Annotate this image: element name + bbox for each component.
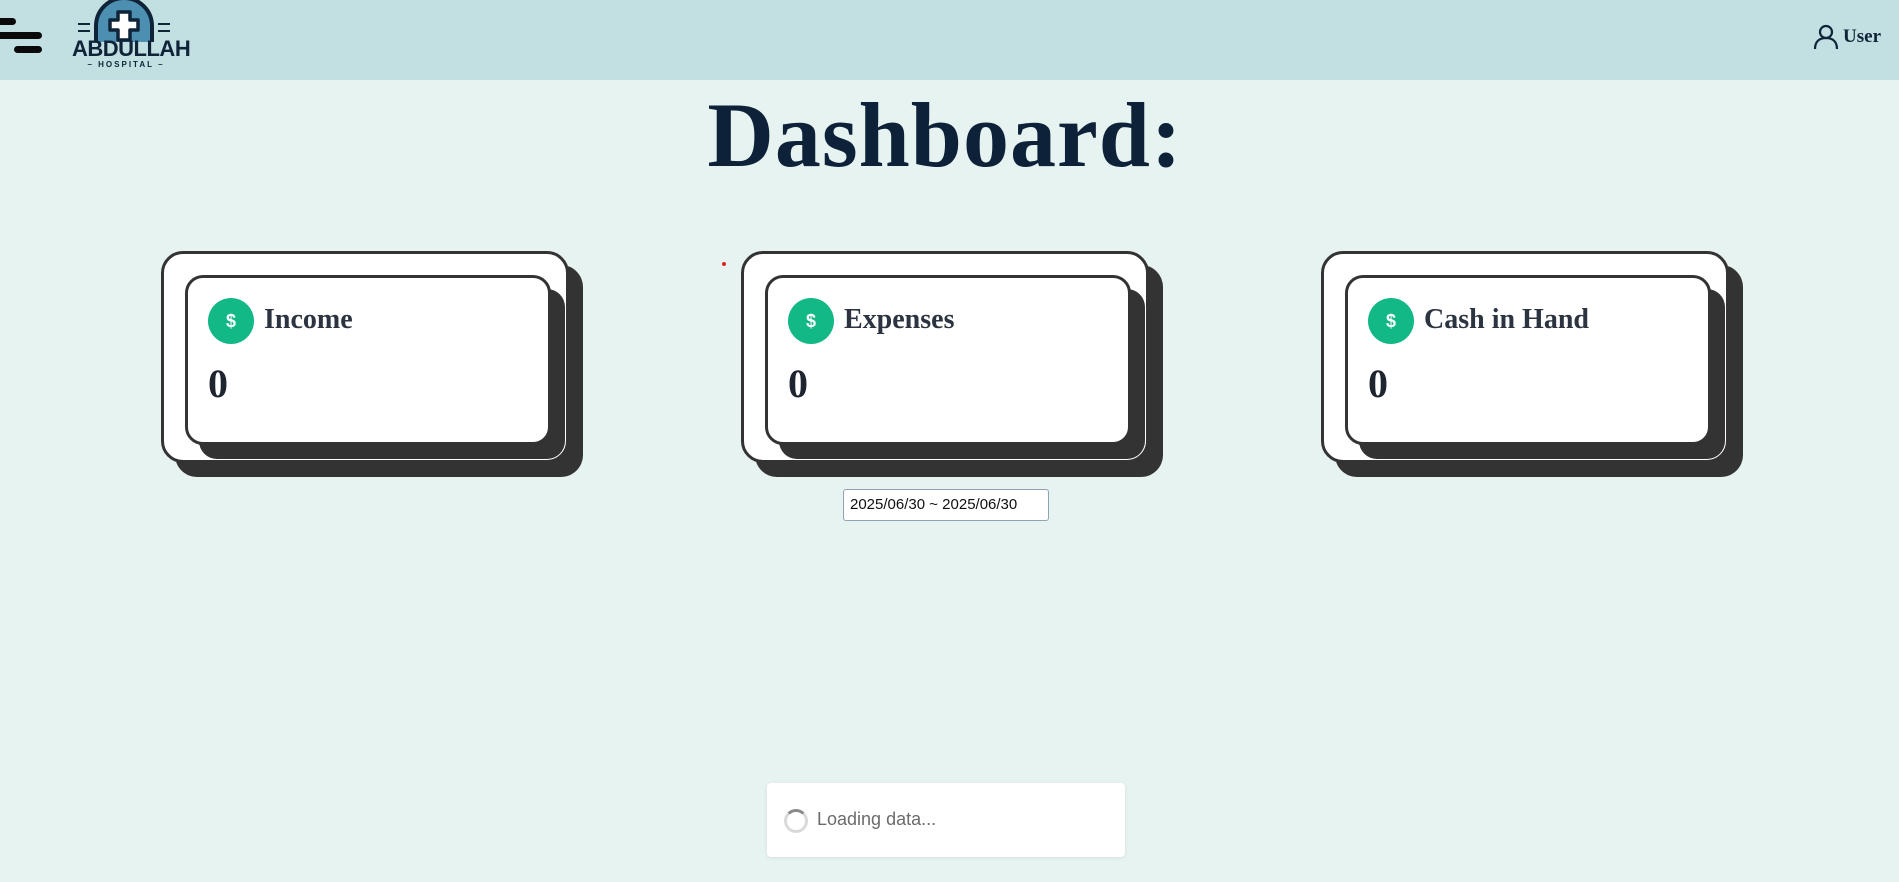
svg-text:$: $ (806, 311, 816, 331)
card-value: 0 (788, 361, 808, 406)
red-dot-marker (722, 262, 726, 266)
card-title: Income (264, 304, 353, 335)
loading-text: Loading data... (817, 809, 937, 829)
svg-text:$: $ (1386, 311, 1396, 331)
card-value: 0 (208, 361, 228, 406)
loading-spinner-icon (784, 809, 808, 833)
card-body: $ Income 0 (185, 275, 551, 445)
top-navbar: ABDULLAH – HOSPITAL – User (0, 0, 1899, 80)
logo-text: ABDULLAH (72, 36, 191, 61)
card-title: Expenses (844, 304, 955, 335)
loading-toast: Loading data... (767, 783, 1125, 857)
card-frame: $ Expenses 0 (741, 251, 1149, 463)
dollar-icon: $ (208, 298, 254, 344)
card-body: $ Cash in Hand 0 (1345, 275, 1711, 445)
date-range-picker[interactable]: 2025/06/30 ~ 2025/06/30 (843, 489, 1049, 521)
dollar-icon: $ (1368, 298, 1414, 344)
page-title: Dashboard: (707, 84, 1183, 186)
card-frame: $ Cash in Hand 0 (1321, 251, 1729, 463)
dollar-icon: $ (788, 298, 834, 344)
user-label: User (1843, 26, 1881, 47)
cash-in-hand-card: $ Cash in Hand 0 (1321, 251, 1743, 477)
expenses-card: $ Expenses 0 (741, 251, 1163, 477)
user-icon (1813, 24, 1839, 50)
card-body: $ Expenses 0 (765, 275, 1131, 445)
card-title: Cash in Hand (1424, 304, 1589, 335)
card-value: 0 (1368, 361, 1388, 406)
income-card: $ Income 0 (161, 251, 583, 477)
logo-subtext: – HOSPITAL – (87, 60, 165, 69)
user-menu[interactable]: User (1813, 24, 1881, 50)
hospital-logo[interactable]: ABDULLAH – HOSPITAL – (70, 0, 191, 72)
card-frame: $ Income 0 (161, 251, 569, 463)
hamburger-menu-icon[interactable] (0, 14, 46, 58)
svg-text:$: $ (226, 311, 236, 331)
